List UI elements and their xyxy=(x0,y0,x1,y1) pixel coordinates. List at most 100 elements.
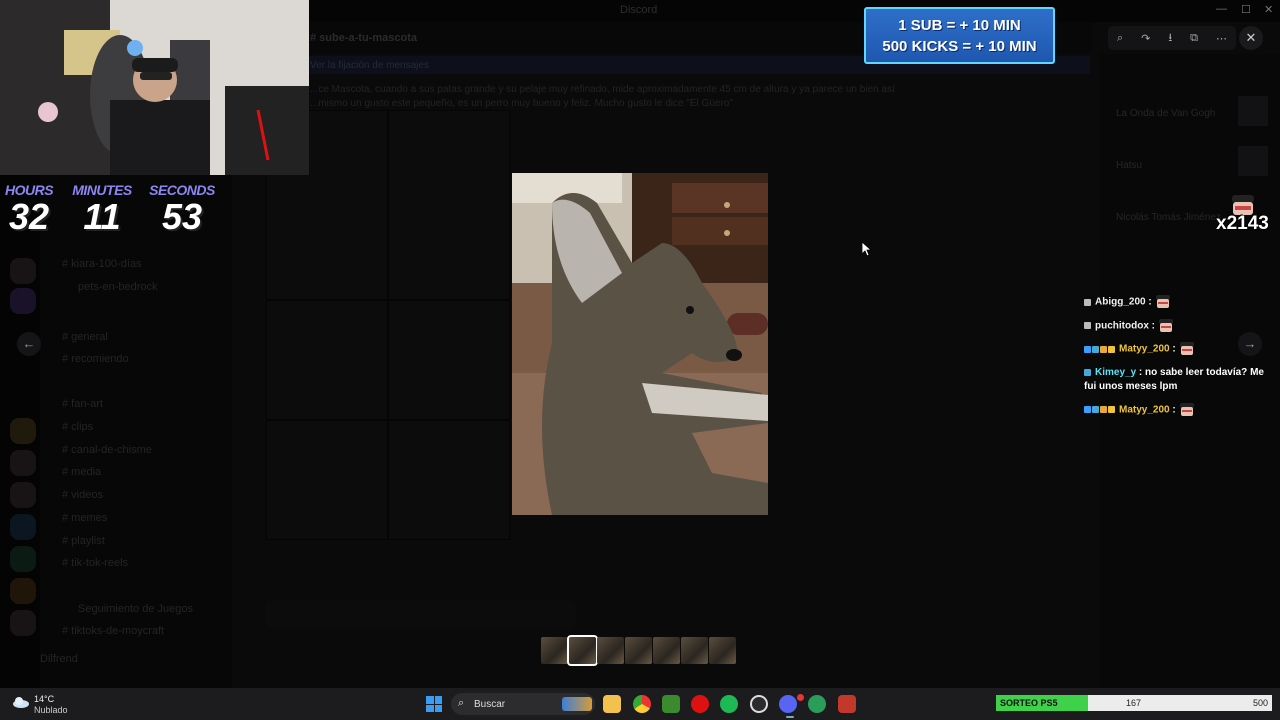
forward-icon[interactable]: ↷ xyxy=(1141,32,1150,45)
channel-category[interactable]: Seguimiento de Juegos xyxy=(78,603,193,615)
thumbnail[interactable] xyxy=(597,637,624,664)
channel-header-name: # sube-a-tu-mascota xyxy=(310,32,417,44)
chat-badges xyxy=(1084,366,1092,380)
member-avatar xyxy=(1238,96,1268,126)
app-icon[interactable] xyxy=(808,695,826,713)
server-icon[interactable] xyxy=(10,450,36,476)
search-highlight-image xyxy=(562,697,592,711)
channel-item[interactable]: # memes xyxy=(62,512,107,524)
close-window-icon[interactable]: ✕ xyxy=(1264,3,1273,16)
member-item[interactable]: Hatsu xyxy=(1116,160,1142,171)
server-icon[interactable] xyxy=(10,610,36,636)
download-icon[interactable]: ⭳ xyxy=(1168,29,1172,48)
emote-icon xyxy=(1179,342,1194,356)
thumbnail[interactable] xyxy=(653,637,680,664)
opera-icon[interactable] xyxy=(691,695,709,713)
steam-icon[interactable] xyxy=(750,695,768,713)
spotify-icon[interactable] xyxy=(720,695,738,713)
search-icon: ⌕ xyxy=(458,697,465,709)
channel-item[interactable]: # videos xyxy=(62,489,103,501)
thumbnail[interactable] xyxy=(541,637,568,664)
dog-photo xyxy=(512,173,768,515)
maximize-icon[interactable]: ☐ xyxy=(1241,3,1251,16)
server-icon[interactable] xyxy=(10,288,36,314)
chat-message: Matyy_200 : xyxy=(1084,402,1264,418)
chat-separator: : xyxy=(1145,296,1152,308)
message-text: ...ce Mascota, cuando a sus patas grande… xyxy=(310,84,895,95)
chat-username: Matyy_200 xyxy=(1119,404,1170,416)
emote-icon xyxy=(1179,402,1194,416)
previous-image-button[interactable]: ← xyxy=(17,332,41,356)
subathon-banner: 1 SUB = + 10 MIN 500 KICKS = + 10 MIN xyxy=(864,7,1055,64)
chrome-icon[interactable] xyxy=(633,695,651,713)
close-viewer-button[interactable]: ✕ xyxy=(1239,26,1263,50)
more-icon[interactable]: ⋯ xyxy=(1216,32,1227,45)
server-icon[interactable] xyxy=(10,546,36,572)
kicks-rule-line: 500 KICKS = + 10 MIN xyxy=(882,38,1037,55)
cloud-icon[interactable] xyxy=(12,696,30,708)
sorteo-current: 167 xyxy=(1126,698,1142,708)
discord-icon[interactable] xyxy=(779,695,797,713)
emote-icon xyxy=(1155,295,1170,308)
sub-rule-line: 1 SUB = + 10 MIN xyxy=(898,17,1021,34)
server-icon[interactable] xyxy=(10,578,36,604)
open-external-icon[interactable]: ⧉ xyxy=(1190,32,1198,45)
channel-item[interactable]: # canal-de-chisme xyxy=(62,444,152,456)
server-icon[interactable] xyxy=(10,482,36,508)
server-icon[interactable] xyxy=(10,418,36,444)
emote-icon xyxy=(1159,318,1173,332)
active-app-indicator xyxy=(786,716,794,718)
chat-message: puchitodox : xyxy=(1084,318,1264,334)
search-placeholder: Buscar xyxy=(474,699,506,710)
server-icon[interactable] xyxy=(10,258,36,284)
chat-separator: : xyxy=(1148,320,1155,332)
pinned-banner-text: Ver la fijación de mensajes xyxy=(310,60,429,71)
chat-separator: : xyxy=(1169,404,1176,416)
chat-message: Matyy_200 : xyxy=(1084,342,1264,357)
channel-item[interactable]: # clips xyxy=(62,421,93,433)
stream-chat: Abigg_200 : puchitodox : Matyy_200 : Kim… xyxy=(1084,295,1264,427)
channel-item[interactable]: # tik-tok-reels xyxy=(62,557,128,569)
channel-item[interactable]: pets-en-bedrock xyxy=(78,281,158,293)
chat-badges xyxy=(1084,296,1092,310)
hours-value: 32 xyxy=(8,196,50,237)
channel-item[interactable]: # fan-art xyxy=(62,398,103,410)
hours-counter: HOURS 32 xyxy=(0,182,64,236)
chat-message: Abigg_200 : xyxy=(1084,295,1264,310)
channel-item[interactable]: # general xyxy=(62,331,108,343)
chat-separator: : xyxy=(1136,366,1143,378)
channel-item[interactable]: # media xyxy=(62,466,101,478)
weather-temperature[interactable]: 14°C xyxy=(34,694,54,704)
member-item[interactable]: Nicolás Tomás Jiménez xyxy=(1116,212,1221,223)
channel-item[interactable]: # kiara-100-días xyxy=(62,258,142,270)
weather-description[interactable]: Nublado xyxy=(34,705,68,715)
windows-start-icon[interactable] xyxy=(426,696,442,712)
chat-separator: : xyxy=(1169,343,1176,355)
file-explorer-icon[interactable] xyxy=(603,695,621,713)
server-icon[interactable] xyxy=(10,514,36,540)
thumbnail[interactable] xyxy=(709,637,736,664)
channel-item[interactable]: # tiktoks-de-moycraft xyxy=(62,625,164,637)
recorder-icon[interactable] xyxy=(838,695,856,713)
message-input[interactable] xyxy=(266,600,576,628)
image-viewer-toolbar: ⌕ ↷ ⭳ ⧉ ⋯ xyxy=(1108,26,1236,50)
message-text: ...mismo un gusto este pequeño, es un pe… xyxy=(310,98,733,109)
user-name: Dilfrend xyxy=(40,653,78,665)
chat-username: Matyy_200 xyxy=(1119,343,1170,355)
streamer-webcam xyxy=(0,0,309,175)
channel-item[interactable]: # recomiendo xyxy=(62,353,129,365)
sorteo-progress-bar: SORTEO PS5 167 500 xyxy=(996,695,1272,711)
channel-item[interactable]: # playlist xyxy=(62,535,105,547)
member-item[interactable]: La Onda de Van Gogh xyxy=(1116,108,1215,119)
thumbnail[interactable] xyxy=(625,637,652,664)
thumbnail-active[interactable] xyxy=(567,635,598,666)
thumbnail[interactable] xyxy=(681,637,708,664)
minecraft-icon[interactable] xyxy=(662,695,680,713)
minimize-icon[interactable]: — xyxy=(1216,3,1227,15)
window-title: Discord xyxy=(620,4,658,16)
chat-badges xyxy=(1084,404,1116,418)
emote-count: x2143 xyxy=(1216,213,1269,234)
sorteo-label: SORTEO PS5 xyxy=(1000,698,1058,708)
zoom-icon[interactable]: ⌕ xyxy=(1117,32,1123,45)
chat-message: Kimey_y : no sabe leer todavía? Me fui u… xyxy=(1084,366,1264,394)
